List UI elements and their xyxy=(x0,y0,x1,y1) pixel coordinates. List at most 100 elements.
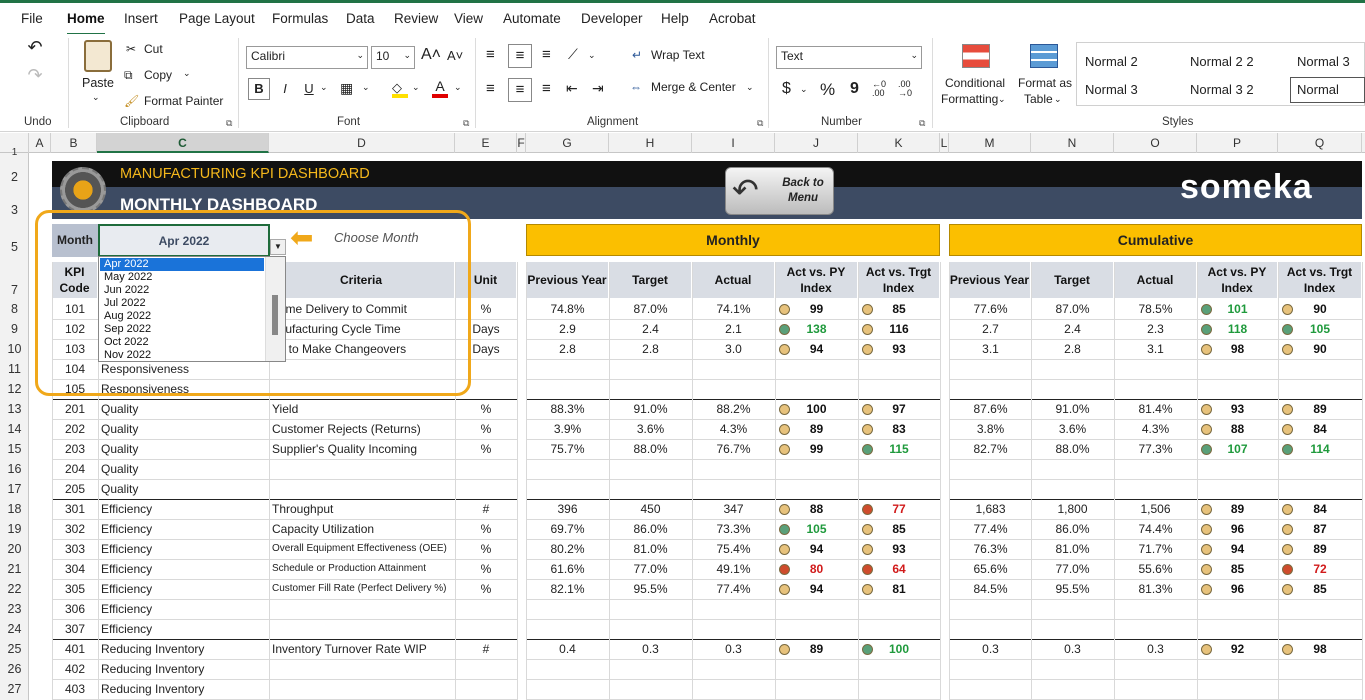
menu-developer[interactable]: Developer xyxy=(581,11,643,26)
category-cell[interactable]: Reducing Inventory xyxy=(101,679,267,699)
col-header[interactable]: J xyxy=(775,133,858,153)
cumulative-value-cell[interactable] xyxy=(1031,459,1114,479)
cumulative-value-cell[interactable]: 1,506 xyxy=(1114,499,1197,519)
menu-formulas[interactable]: Formulas xyxy=(272,11,328,26)
col-header[interactable]: M xyxy=(949,133,1031,153)
index-value-cell[interactable]: 99 xyxy=(791,439,842,459)
index-value-cell[interactable]: 100 xyxy=(874,639,924,659)
index-value-cell[interactable] xyxy=(791,359,842,379)
monthly-value-cell[interactable]: 69.7% xyxy=(526,519,609,539)
unit-cell[interactable]: % xyxy=(455,539,517,559)
index-value-cell[interactable]: 85 xyxy=(1294,579,1346,599)
index-value-cell[interactable]: 138 xyxy=(791,319,842,339)
cumulative-value-cell[interactable]: 1,800 xyxy=(1031,499,1114,519)
borders-chevron-icon[interactable]: ⌄ xyxy=(362,82,370,93)
monthly-value-cell[interactable]: 75.4% xyxy=(692,539,775,559)
month-dropdown-arrow-icon[interactable]: ▼ xyxy=(270,239,286,255)
category-cell[interactable]: Quality xyxy=(101,439,267,459)
dropdown-scrollbar[interactable] xyxy=(265,257,285,361)
conditional-chevron-icon[interactable]: ⌄ xyxy=(998,94,1006,105)
kpi-code-cell[interactable]: 102 xyxy=(52,319,98,339)
index-value-cell[interactable]: 93 xyxy=(874,339,924,359)
cumulative-value-cell[interactable]: 87.6% xyxy=(949,399,1032,419)
cumulative-value-cell[interactable] xyxy=(1031,679,1114,699)
cumulative-value-cell[interactable] xyxy=(1114,479,1197,499)
index-value-cell[interactable]: 114 xyxy=(1294,439,1346,459)
cumulative-value-cell[interactable]: 2.7 xyxy=(949,319,1032,339)
cumulative-value-cell[interactable]: 0.3 xyxy=(1031,639,1114,659)
unit-cell[interactable] xyxy=(455,459,517,479)
col-header-selected[interactable]: C xyxy=(97,133,269,153)
criteria-cell[interactable]: Supplier's Quality Incoming xyxy=(272,439,454,459)
cumulative-value-cell[interactable] xyxy=(949,619,1032,639)
criteria-cell[interactable]: -Time Delivery to Commit xyxy=(272,299,454,319)
currency-button[interactable]: $ xyxy=(782,80,791,98)
row-header[interactable]: 14 xyxy=(0,422,29,436)
cumulative-value-cell[interactable] xyxy=(949,599,1032,619)
unit-cell[interactable]: # xyxy=(455,499,517,519)
cumulative-value-cell[interactable] xyxy=(1114,459,1197,479)
unit-cell[interactable]: % xyxy=(455,439,517,459)
category-cell[interactable]: Quality xyxy=(101,459,267,479)
row-header[interactable]: 24 xyxy=(0,622,29,636)
dropdown-scroll-thumb[interactable] xyxy=(272,295,278,335)
cumulative-value-cell[interactable]: 81.4% xyxy=(1114,399,1197,419)
style-normal-3-b[interactable]: Normal 3 xyxy=(1085,82,1138,97)
cumulative-value-cell[interactable] xyxy=(1031,379,1114,399)
dropdown-option[interactable]: Oct 2022 xyxy=(100,336,264,349)
clipboard-launcher-icon[interactable]: ⧉ xyxy=(226,118,232,129)
number-launcher-icon[interactable]: ⧉ xyxy=(919,118,925,129)
unit-cell[interactable]: % xyxy=(455,299,517,319)
cumulative-value-cell[interactable]: 77.0% xyxy=(1031,559,1114,579)
col-header[interactable]: G xyxy=(526,133,609,153)
merge-chevron-icon[interactable]: ⌄ xyxy=(746,82,754,93)
cumulative-value-cell[interactable] xyxy=(1031,619,1114,639)
index-value-cell[interactable] xyxy=(874,459,924,479)
unit-cell[interactable]: # xyxy=(455,639,517,659)
cumulative-value-cell[interactable]: 2.3 xyxy=(1114,319,1197,339)
kpi-code-cell[interactable]: 104 xyxy=(52,359,98,379)
index-value-cell[interactable]: 72 xyxy=(1294,559,1346,579)
cumulative-value-cell[interactable]: 3.1 xyxy=(1114,339,1197,359)
kpi-code-cell[interactable]: 302 xyxy=(52,519,98,539)
cumulative-value-cell[interactable] xyxy=(1114,379,1197,399)
index-value-cell[interactable]: 116 xyxy=(874,319,924,339)
copy-button[interactable]: Copy xyxy=(144,68,172,82)
index-value-cell[interactable]: 107 xyxy=(1213,439,1262,459)
align-bottom-icon[interactable]: ≡ xyxy=(542,46,551,63)
kpi-code-cell[interactable]: 103 xyxy=(52,339,98,359)
index-value-cell[interactable] xyxy=(1294,619,1346,639)
monthly-value-cell[interactable] xyxy=(692,659,775,679)
monthly-value-cell[interactable]: 77.0% xyxy=(609,559,692,579)
format-painter-button[interactable]: Format Painter xyxy=(144,94,223,108)
index-value-cell[interactable]: 100 xyxy=(791,399,842,419)
cumulative-value-cell[interactable] xyxy=(1031,659,1114,679)
monthly-value-cell[interactable] xyxy=(692,359,775,379)
index-value-cell[interactable]: 88 xyxy=(791,499,842,519)
index-value-cell[interactable] xyxy=(1213,459,1262,479)
row-header[interactable]: 20 xyxy=(0,542,29,556)
monthly-value-cell[interactable]: 3.9% xyxy=(526,419,609,439)
col-header[interactable]: L xyxy=(940,133,949,153)
index-value-cell[interactable]: 84 xyxy=(1294,499,1346,519)
index-value-cell[interactable]: 85 xyxy=(874,299,924,319)
row-header[interactable]: 9 xyxy=(0,322,29,336)
col-header[interactable]: D xyxy=(269,133,455,153)
col-header[interactable]: N xyxy=(1031,133,1114,153)
col-header[interactable]: H xyxy=(609,133,692,153)
paste-icon[interactable] xyxy=(84,40,112,72)
index-value-cell[interactable] xyxy=(791,599,842,619)
col-header[interactable]: Q xyxy=(1278,133,1362,153)
monthly-value-cell[interactable]: 91.0% xyxy=(609,399,692,419)
monthly-value-cell[interactable]: 95.5% xyxy=(609,579,692,599)
cumulative-value-cell[interactable] xyxy=(1114,359,1197,379)
cumulative-value-cell[interactable] xyxy=(1031,479,1114,499)
kpi-code-cell[interactable]: 303 xyxy=(52,539,98,559)
menu-file[interactable]: File xyxy=(21,11,43,26)
index-value-cell[interactable] xyxy=(1294,379,1346,399)
bold-button[interactable]: B xyxy=(248,78,270,100)
monthly-value-cell[interactable]: 74.8% xyxy=(526,299,609,319)
kpi-code-cell[interactable]: 401 xyxy=(52,639,98,659)
kpi-code-cell[interactable]: 304 xyxy=(52,559,98,579)
style-normal-2-2[interactable]: Normal 2 2 xyxy=(1190,54,1254,69)
